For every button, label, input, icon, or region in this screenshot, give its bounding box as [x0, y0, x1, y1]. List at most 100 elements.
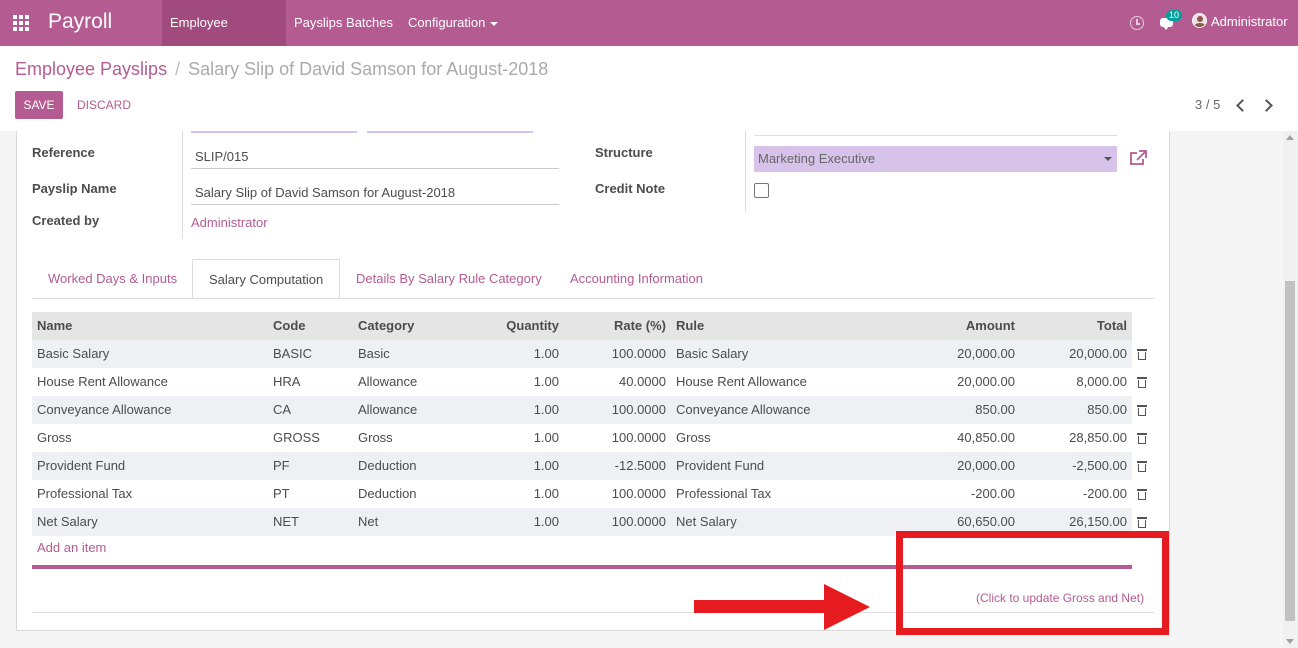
- cell-name: Gross: [37, 430, 72, 445]
- activity-clock-icon[interactable]: [1130, 16, 1144, 30]
- table-row[interactable]: Conveyance Allowance CA Allowance 1.00 100.0…: [32, 396, 1132, 424]
- cell-quantity: 1.00: [533, 486, 559, 501]
- table-row[interactable]: Basic Salary BASIC Basic 1.00 100.0000 Basic …: [32, 340, 1132, 368]
- credit-note-checkbox[interactable]: [754, 183, 769, 198]
- cell-code: NET: [273, 514, 299, 529]
- cell-rule: Conveyance Allowance: [676, 402, 811, 417]
- hidden-field-fragment: [191, 131, 357, 133]
- external-link-icon[interactable]: [1129, 150, 1147, 166]
- payslip-name-label: Payslip Name: [32, 181, 117, 196]
- header-code[interactable]: Code: [273, 312, 306, 340]
- cell-rate: 40.0000: [619, 374, 666, 389]
- cell-amount: 850.00: [975, 402, 1015, 417]
- salary-computation-table: Name Code Category Quantity Rate (%) Rul…: [32, 312, 1132, 536]
- cell-rate: 100.0000: [611, 486, 666, 501]
- caret-down-icon: [1104, 157, 1112, 161]
- created-by-link[interactable]: Administrator: [191, 215, 268, 230]
- header-amount[interactable]: Amount: [966, 312, 1015, 340]
- cell-quantity: 1.00: [533, 374, 559, 389]
- cell-category: Basic: [358, 346, 390, 361]
- menu-employee-payslips[interactable]: Employee Payslips: [162, 0, 286, 75]
- table-row[interactable]: Gross GROSS Gross 1.00 100.0000 Gross 40,850.0…: [32, 424, 1132, 452]
- user-menu[interactable]: Administrator: [1211, 14, 1288, 29]
- cell-quantity: 1.00: [533, 402, 559, 417]
- hidden-field-underline: [754, 135, 1117, 136]
- tab-accounting-information[interactable]: Accounting Information: [554, 259, 719, 299]
- cell-code: GROSS: [273, 430, 320, 445]
- table-row[interactable]: Professional Tax PT Deduction 1.00 100.0000 P…: [32, 480, 1132, 508]
- chevron-left-icon[interactable]: [1234, 98, 1248, 112]
- trash-icon[interactable]: [1137, 349, 1147, 360]
- user-avatar[interactable]: [1192, 13, 1207, 28]
- reference-field[interactable]: SLIP/015: [195, 149, 249, 164]
- payslip-name-underline: [191, 204, 559, 205]
- cell-amount: 40,850.00: [957, 430, 1015, 445]
- discard-button[interactable]: DISCARD: [77, 91, 131, 119]
- table-row[interactable]: Provident Fund PF Deduction 1.00 -12.5000 Pro…: [32, 452, 1132, 480]
- header-rate[interactable]: Rate (%): [614, 312, 666, 340]
- table-row[interactable]: House Rent Allowance HRA Allowance 1.00 40.0…: [32, 368, 1132, 396]
- cell-name: Net Salary: [37, 514, 98, 529]
- trash-icon[interactable]: [1137, 405, 1147, 416]
- trash-icon[interactable]: [1137, 461, 1147, 472]
- cell-code: BASIC: [273, 346, 313, 361]
- trash-icon[interactable]: [1137, 433, 1147, 444]
- tab-worked-days-inputs[interactable]: Worked Days & Inputs: [32, 259, 193, 299]
- scroll-down-arrow[interactable]: [1286, 639, 1294, 644]
- structure-select[interactable]: Marketing Executive: [754, 146, 1117, 172]
- tab-details-by-salary-rule-category[interactable]: Details By Salary Rule Category: [340, 259, 558, 299]
- chevron-right-icon[interactable]: [1261, 98, 1275, 112]
- cell-rule: Basic Salary: [676, 346, 749, 361]
- label-divider: [182, 131, 183, 239]
- cell-code: PT: [273, 486, 290, 501]
- header-quantity[interactable]: Quantity: [506, 312, 559, 340]
- menu-configuration[interactable]: Configuration: [400, 0, 506, 46]
- table-body: Basic Salary BASIC Basic 1.00 100.0000 Basic …: [32, 340, 1132, 536]
- cell-code: HRA: [273, 374, 301, 389]
- menu-configuration-label: Configuration: [408, 15, 486, 30]
- cell-rule: Provident Fund: [676, 458, 765, 473]
- cell-rate: 100.0000: [611, 402, 666, 417]
- column-divider: [745, 131, 746, 211]
- cell-quantity: 1.00: [533, 346, 559, 361]
- menu-payslips-batches[interactable]: Payslips Batches: [286, 0, 401, 46]
- created-by-label: Created by: [32, 213, 100, 228]
- save-button[interactable]: SAVE: [15, 91, 63, 119]
- cell-code: CA: [273, 402, 292, 417]
- hidden-field-fragment: [367, 131, 533, 133]
- header-total[interactable]: Total: [1097, 312, 1127, 340]
- cell-category: Deduction: [358, 486, 417, 501]
- cell-rate: -12.5000: [614, 458, 666, 473]
- header-name[interactable]: Name: [37, 312, 72, 340]
- cell-name: Provident Fund: [37, 458, 126, 473]
- scroll-up-arrow[interactable]: [1286, 135, 1294, 140]
- trash-icon[interactable]: [1137, 517, 1147, 528]
- cell-name: Professional Tax: [37, 486, 133, 501]
- cell-quantity: 1.00: [533, 458, 559, 473]
- scrollbar-thumb[interactable]: [1285, 281, 1295, 621]
- tabs-underline: [32, 298, 1154, 299]
- tab-salary-computation[interactable]: Salary Computation: [192, 259, 341, 299]
- cell-total: -2,500.00: [1072, 458, 1127, 473]
- trash-icon[interactable]: [1137, 377, 1147, 388]
- cell-total: 28,850.00: [1069, 430, 1127, 445]
- breadcrumb-parent[interactable]: Employee Payslips: [15, 59, 167, 79]
- cell-rule: Gross: [676, 430, 711, 445]
- add-item-link[interactable]: Add an item: [37, 540, 106, 555]
- cell-total: 8,000.00: [1076, 374, 1127, 389]
- cell-rate: 100.0000: [611, 514, 666, 529]
- cell-code: PF: [273, 458, 290, 473]
- pager-value[interactable]: 3 / 5: [1195, 97, 1220, 112]
- header-category[interactable]: Category: [358, 312, 414, 340]
- payslip-name-field[interactable]: Salary Slip of David Samson for August-2…: [195, 185, 455, 200]
- header-rule[interactable]: Rule: [676, 312, 704, 340]
- cell-category: Allowance: [358, 402, 418, 417]
- cell-amount: 20,000.00: [957, 458, 1015, 473]
- app-brand[interactable]: Payroll: [48, 10, 112, 34]
- reference-underline: [191, 168, 559, 169]
- cell-category: Allowance: [358, 374, 418, 389]
- apps-grid-icon[interactable]: [13, 15, 30, 31]
- trash-icon[interactable]: [1137, 489, 1147, 500]
- cell-total: -200.00: [1082, 486, 1127, 501]
- breadcrumb: Employee Payslips / Salary Slip of David S…: [15, 59, 548, 80]
